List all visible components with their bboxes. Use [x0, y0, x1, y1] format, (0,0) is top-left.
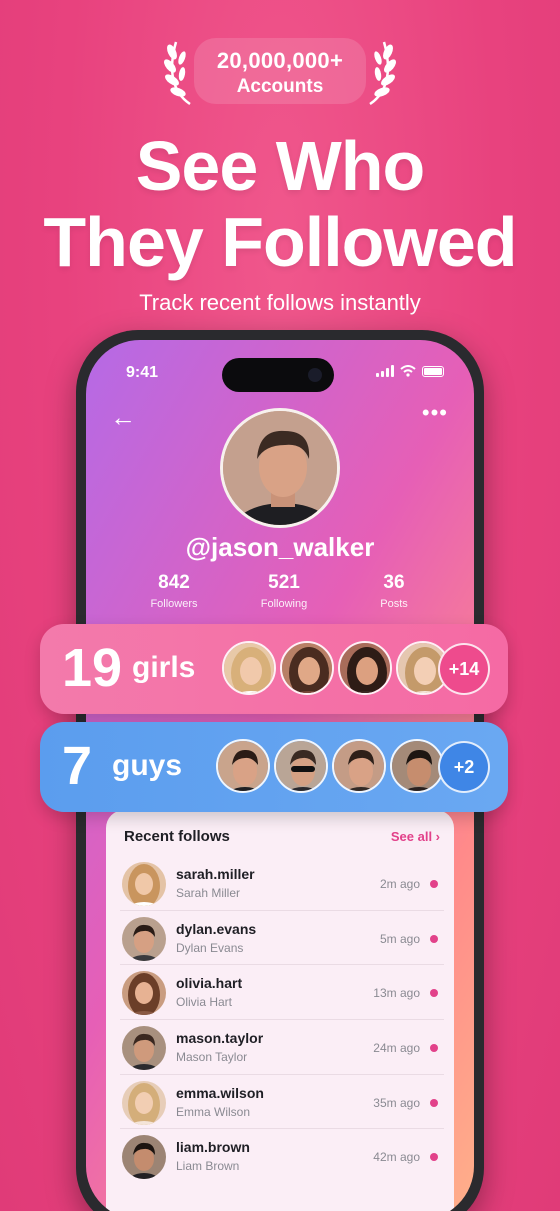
headline: See Who They Followed	[0, 128, 560, 280]
list-item-username: liam.brown	[176, 1139, 250, 1156]
laurel-left-icon	[164, 41, 191, 106]
list-item-username: olivia.hart	[176, 975, 243, 992]
recent-follows-title: Recent follows	[124, 828, 230, 845]
list-item-time: 24m ago	[373, 1041, 420, 1056]
unread-dot-icon	[430, 1153, 438, 1162]
stat-following[interactable]: 521 Following	[244, 572, 324, 610]
list-item[interactable]: olivia.hart Olivia Hart 13m ago	[120, 965, 444, 1021]
status-icons	[376, 365, 444, 377]
more-options-icon[interactable]: •••	[422, 400, 448, 426]
list-item[interactable]: emma.wilson Emma Wilson 35m ago	[120, 1075, 444, 1130]
avatar	[122, 971, 166, 1016]
guys-more-button[interactable]: +2	[438, 741, 490, 793]
list-item[interactable]: liam.brown Liam Brown 42m ago	[120, 1129, 444, 1184]
accounts-badge: 20,000,000+ Accounts	[194, 38, 366, 104]
list-item[interactable]: mason.taylor Mason Taylor 24m ago	[120, 1020, 444, 1075]
stat-label: Followers	[150, 598, 198, 610]
list-item-username: dylan.evans	[176, 920, 257, 937]
list-item-fullname: Emma Wilson	[176, 1104, 251, 1119]
list-item-time: 5m ago	[379, 931, 420, 946]
unread-dot-icon	[430, 880, 438, 888]
stat-label: Following	[260, 598, 308, 610]
list-item-time: 42m ago	[373, 1150, 420, 1165]
wifi-icon	[400, 365, 416, 377]
unread-dot-icon	[430, 1044, 438, 1053]
girls-label: girls	[132, 651, 196, 684]
list-item-username: emma.wilson	[176, 1084, 264, 1101]
list-item-time: 35m ago	[373, 1095, 420, 1110]
list-item-username: sarah.miller	[176, 866, 255, 882]
back-arrow-icon[interactable]: ←	[110, 402, 136, 433]
stat-label: Posts	[380, 598, 408, 610]
unread-dot-icon	[430, 1098, 438, 1107]
list-item-time: 13m ago	[373, 986, 420, 1001]
dynamic-island	[222, 358, 334, 392]
recent-follows-list: sarah.miller Sarah Miller 2m ago dylan.e…	[120, 856, 444, 1184]
avatar	[122, 1026, 166, 1071]
girls-avatars	[222, 641, 450, 695]
avatar[interactable]	[216, 739, 270, 793]
avatar[interactable]	[280, 641, 334, 695]
list-item-fullname: Olivia Hart	[176, 995, 233, 1010]
signal-icon	[376, 365, 394, 377]
guys-avatars	[216, 739, 444, 793]
laurel-right-icon	[369, 41, 396, 106]
list-item-time: 2m ago	[379, 877, 420, 891]
guys-count: 7	[62, 736, 93, 796]
stat-value: 521	[268, 572, 300, 593]
girls-count: 19	[62, 638, 123, 698]
see-all-link[interactable]: See all ›	[391, 829, 440, 844]
subhead: Track recent follows instantly	[139, 290, 421, 315]
badge-label: Accounts	[236, 76, 324, 97]
girls-summary-card[interactable]: 19 girls +14	[40, 624, 508, 714]
avatar[interactable]	[274, 739, 328, 793]
list-item[interactable]: sarah.miller Sarah Miller 2m ago	[120, 856, 444, 911]
headline-line-1: See Who	[135, 127, 426, 205]
camera-icon	[308, 368, 322, 382]
status-time: 9:41	[126, 364, 159, 381]
list-item[interactable]: dylan.evans Dylan Evans 5m ago	[120, 911, 444, 966]
profile-avatar	[220, 408, 340, 528]
avatar[interactable]	[338, 641, 392, 695]
list-item-fullname: Mason Taylor	[176, 1050, 248, 1065]
unread-dot-icon	[430, 934, 438, 943]
stat-posts[interactable]: 36 Posts	[354, 572, 434, 610]
avatar[interactable]	[332, 739, 386, 793]
girls-more-button[interactable]: +14	[438, 643, 490, 695]
avatar	[122, 916, 166, 961]
profile-stats: 842 Followers 521 Following 36 Posts	[134, 572, 434, 610]
unread-dot-icon	[430, 989, 438, 998]
battery-icon	[422, 365, 444, 377]
profile-username: @jason_walker	[185, 532, 375, 562]
stat-followers[interactable]: 842 Followers	[134, 572, 214, 610]
guys-label: guys	[112, 749, 183, 782]
avatar	[122, 1080, 166, 1125]
stat-value: 842	[158, 572, 190, 593]
list-item-fullname: Liam Brown	[176, 1159, 240, 1174]
headline-line-2: They Followed	[43, 203, 517, 281]
avatar	[122, 1135, 166, 1180]
list-item-fullname: Dylan Evans	[176, 940, 244, 955]
list-item-fullname: Sarah Miller	[176, 886, 241, 900]
avatar	[122, 862, 166, 906]
list-item-username: mason.taylor	[176, 1030, 264, 1047]
avatar[interactable]	[390, 739, 444, 793]
guys-summary-card[interactable]: 7 guys +2	[40, 722, 508, 812]
badge-count: 20,000,000+	[216, 48, 344, 73]
avatar[interactable]	[222, 641, 276, 695]
stat-value: 36	[383, 572, 405, 593]
